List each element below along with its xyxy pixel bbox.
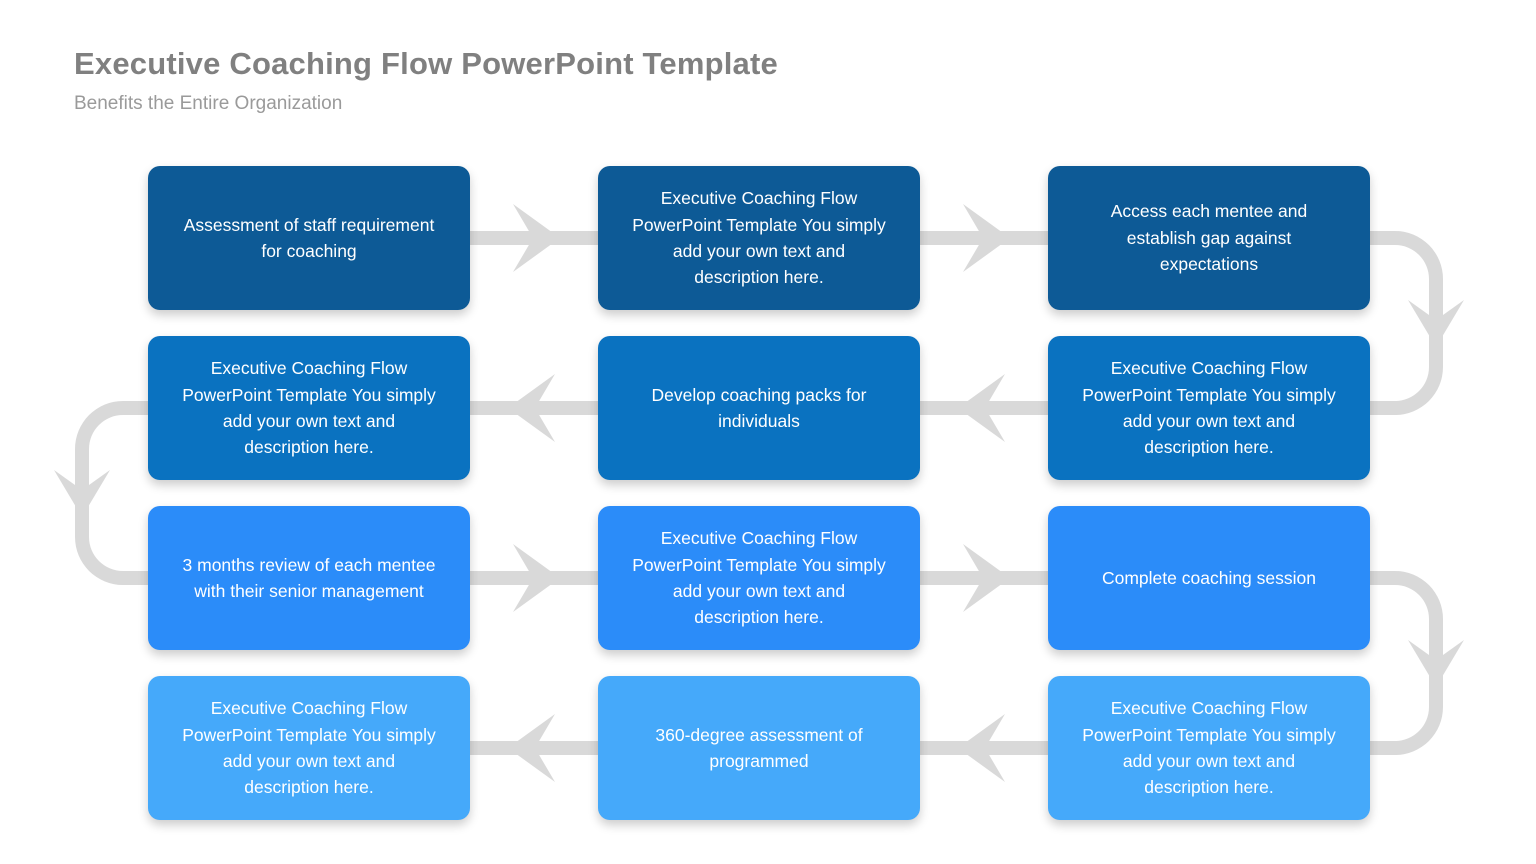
process-node-label: Executive Coaching Flow PowerPoint Templ… xyxy=(182,698,436,798)
arrow-wrap-down-left-r2-r3 xyxy=(54,401,148,585)
process-node-label: Executive Coaching Flow PowerPoint Templ… xyxy=(1082,358,1336,458)
process-node-label: Assessment of staff requirement for coac… xyxy=(183,214,435,261)
process-node[interactable]: Develop coaching packs for individuals xyxy=(598,336,920,480)
process-node-label: Access each mentee and establish gap aga… xyxy=(1110,201,1308,275)
process-node[interactable]: Executive Coaching Flow PowerPoint Templ… xyxy=(598,166,920,310)
process-node[interactable]: Executive Coaching Flow PowerPoint Templ… xyxy=(148,676,470,820)
process-node-label: Executive Coaching Flow PowerPoint Templ… xyxy=(182,358,436,458)
process-node[interactable]: Executive Coaching Flow PowerPoint Templ… xyxy=(1048,676,1370,820)
process-node[interactable]: Executive Coaching Flow PowerPoint Templ… xyxy=(1048,336,1370,480)
arrow-wrap-down-right-r3-r4 xyxy=(1370,571,1464,755)
process-node-label: Develop coaching packs for individuals xyxy=(651,384,867,431)
arrow-right-r3-c2-c3 xyxy=(920,544,1048,612)
arrow-left-r2-c2-c1 xyxy=(470,374,598,442)
process-node[interactable]: Access each mentee and establish gap aga… xyxy=(1048,166,1370,310)
arrow-right-r3-c1-c2 xyxy=(470,544,598,612)
process-node-label: Executive Coaching Flow PowerPoint Templ… xyxy=(632,528,886,628)
process-flow-diagram: Assessment of staff requirement for coac… xyxy=(0,0,1536,864)
process-node[interactable]: Assessment of staff requirement for coac… xyxy=(148,166,470,310)
arrow-left-r4-c2-c1 xyxy=(470,714,598,782)
process-node-label: 3 months review of each mentee with thei… xyxy=(182,554,436,601)
arrow-wrap-down-right-r1-r2 xyxy=(1370,231,1464,415)
arrow-left-r4-c3-c2 xyxy=(920,714,1048,782)
process-node[interactable]: Executive Coaching Flow PowerPoint Templ… xyxy=(148,336,470,480)
process-node-label: Executive Coaching Flow PowerPoint Templ… xyxy=(1082,698,1336,798)
process-node[interactable]: Complete coaching session xyxy=(1048,506,1370,650)
process-node-label: 360-degree assessment of programmed xyxy=(655,724,863,771)
arrow-right-r1-c2-c3 xyxy=(920,204,1048,272)
process-node-label: Complete coaching session xyxy=(1101,567,1316,588)
process-node[interactable]: Executive Coaching Flow PowerPoint Templ… xyxy=(598,506,920,650)
process-node[interactable]: 3 months review of each mentee with thei… xyxy=(148,506,470,650)
process-node-label: Executive Coaching Flow PowerPoint Templ… xyxy=(632,188,886,288)
process-node[interactable]: 360-degree assessment of programmed xyxy=(598,676,920,820)
slide-canvas: Executive Coaching Flow PowerPoint Templ… xyxy=(0,0,1536,864)
arrow-right-r1-c1-c2 xyxy=(470,204,598,272)
arrow-left-r2-c3-c2 xyxy=(920,374,1048,442)
